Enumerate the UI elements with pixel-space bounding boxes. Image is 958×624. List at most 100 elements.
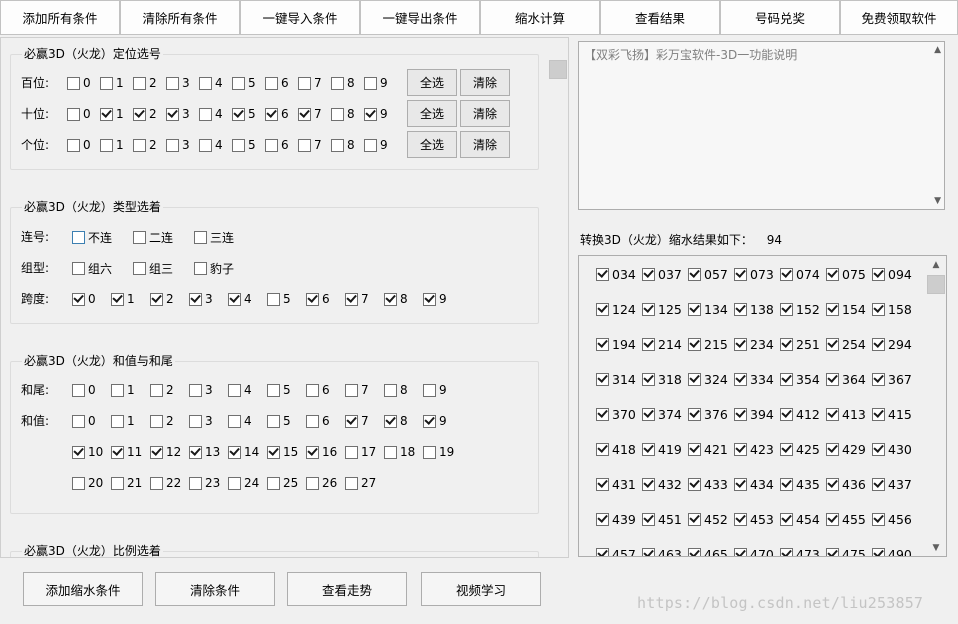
result-number-checkbox[interactable]: 214 [642,336,682,352]
result-number-checkbox[interactable]: 421 [688,441,728,457]
hewei-checkbox-6[interactable]: 6 [306,382,330,398]
result-number-checkbox[interactable]: 439 [596,511,636,527]
result-number-checkbox[interactable]: 435 [780,476,820,492]
checkbox-box[interactable] [596,302,609,316]
kuadu-checkbox-1[interactable]: 1 [111,291,135,307]
result-number-checkbox[interactable]: 452 [688,511,728,527]
hezhi-checkbox-1-6[interactable]: 16 [306,444,337,460]
result-number-checkbox[interactable]: 234 [734,336,774,352]
hezhi-checkbox-0-3[interactable]: 3 [189,413,213,429]
result-number-checkbox[interactable]: 453 [734,511,774,527]
clear-row-button[interactable]: 清除 [460,131,510,158]
checkbox-box[interactable] [642,337,655,351]
checkbox-box[interactable] [384,414,397,428]
digit-checkbox-2-0[interactable]: 0 [67,137,91,153]
checkbox-box[interactable] [133,76,146,90]
toolbar-button-6[interactable]: 号码兑奖 [720,0,840,35]
result-number-checkbox[interactable]: 470 [734,546,774,556]
checkbox-box[interactable] [642,442,655,456]
hezhi-checkbox-1-4[interactable]: 14 [228,444,259,460]
checkbox-box[interactable] [872,372,885,386]
checkbox-box[interactable] [826,442,839,456]
result-number-checkbox[interactable]: 125 [642,301,682,317]
checkbox-box[interactable] [228,414,241,428]
hezhi-checkbox-2-0[interactable]: 20 [72,475,103,491]
checkbox-box[interactable] [267,414,280,428]
hezhi-checkbox-0-7[interactable]: 7 [345,413,369,429]
checkbox-box[interactable] [642,477,655,491]
hezhi-checkbox-2-3[interactable]: 23 [189,475,220,491]
checkbox-box[interactable] [150,445,163,459]
result-list[interactable]: ▲ ▼ 034 037 057 073 074 075 094 124 125 134 138 152… [578,255,947,557]
result-number-checkbox[interactable]: 215 [688,336,728,352]
checkbox-box[interactable] [199,76,212,90]
digit-checkbox-1-7[interactable]: 7 [298,106,322,122]
checkbox-box[interactable] [596,547,609,556]
checkbox-box[interactable] [872,477,885,491]
result-number-checkbox[interactable]: 490 [872,546,912,556]
checkbox-box[interactable] [298,138,311,152]
result-number-checkbox[interactable]: 432 [642,476,682,492]
checkbox-box[interactable] [642,547,655,556]
add-shrink-condition-button[interactable]: 添加缩水条件 [23,572,143,606]
checkbox-box[interactable] [384,445,397,459]
result-number-checkbox[interactable]: 057 [688,266,728,282]
result-number-checkbox[interactable]: 457 [596,546,636,556]
hezhi-checkbox-0-4[interactable]: 4 [228,413,252,429]
checkbox-box[interactable] [596,372,609,386]
digit-checkbox-1-3[interactable]: 3 [166,106,190,122]
hewei-checkbox-1[interactable]: 1 [111,382,135,398]
result-scrollbar[interactable]: ▲ ▼ [926,256,946,556]
checkbox-box[interactable] [267,292,280,306]
checkbox-box[interactable] [384,292,397,306]
checkbox-box[interactable] [133,107,146,121]
checkbox-box[interactable] [734,372,747,386]
checkbox-box[interactable] [298,107,311,121]
result-number-checkbox[interactable]: 456 [872,511,912,527]
result-number-checkbox[interactable]: 473 [780,546,820,556]
kuadu-checkbox-2[interactable]: 2 [150,291,174,307]
digit-checkbox-2-6[interactable]: 6 [265,137,289,153]
checkbox-box[interactable] [780,302,793,316]
hezhi-checkbox-0-1[interactable]: 1 [111,413,135,429]
checkbox-box[interactable] [228,292,241,306]
hewei-checkbox-2[interactable]: 2 [150,382,174,398]
kuadu-checkbox-8[interactable]: 8 [384,291,408,307]
checkbox-box[interactable] [364,76,377,90]
checkbox-box[interactable] [345,292,358,306]
digit-checkbox-0-7[interactable]: 7 [298,75,322,91]
checkbox-box[interactable] [872,337,885,351]
result-number-checkbox[interactable]: 412 [780,406,820,422]
checkbox-box[interactable] [826,512,839,526]
digit-checkbox-1-4[interactable]: 4 [199,106,223,122]
kuadu-checkbox-6[interactable]: 6 [306,291,330,307]
checkbox-box[interactable] [189,476,202,490]
checkbox-box[interactable] [734,407,747,421]
clear-row-button[interactable]: 清除 [460,100,510,127]
checkbox-box[interactable] [596,512,609,526]
checkbox-box[interactable] [72,230,85,244]
checkbox-box[interactable] [872,267,885,281]
clear-condition-button[interactable]: 清除条件 [155,572,275,606]
checkbox-box[interactable] [111,383,124,397]
result-number-checkbox[interactable]: 194 [596,336,636,352]
result-number-checkbox[interactable]: 433 [688,476,728,492]
lianhao-checkbox-1[interactable]: 二连 [133,229,173,245]
result-number-checkbox[interactable]: 124 [596,301,636,317]
checkbox-box[interactable] [306,292,319,306]
checkbox-box[interactable] [780,442,793,456]
checkbox-box[interactable] [826,477,839,491]
checkbox-box[interactable] [189,445,202,459]
result-number-checkbox[interactable]: 376 [688,406,728,422]
result-number-checkbox[interactable]: 423 [734,441,774,457]
clear-row-button[interactable]: 清除 [460,69,510,96]
hezhi-checkbox-1-0[interactable]: 10 [72,444,103,460]
checkbox-box[interactable] [780,477,793,491]
digit-checkbox-0-6[interactable]: 6 [265,75,289,91]
hezhi-checkbox-1-9[interactable]: 19 [423,444,454,460]
checkbox-box[interactable] [150,383,163,397]
checkbox-box[interactable] [150,414,163,428]
result-number-checkbox[interactable]: 413 [826,406,866,422]
toolbar-button-7[interactable]: 免费领取软件 [840,0,958,35]
view-trend-button[interactable]: 查看走势 [287,572,407,606]
